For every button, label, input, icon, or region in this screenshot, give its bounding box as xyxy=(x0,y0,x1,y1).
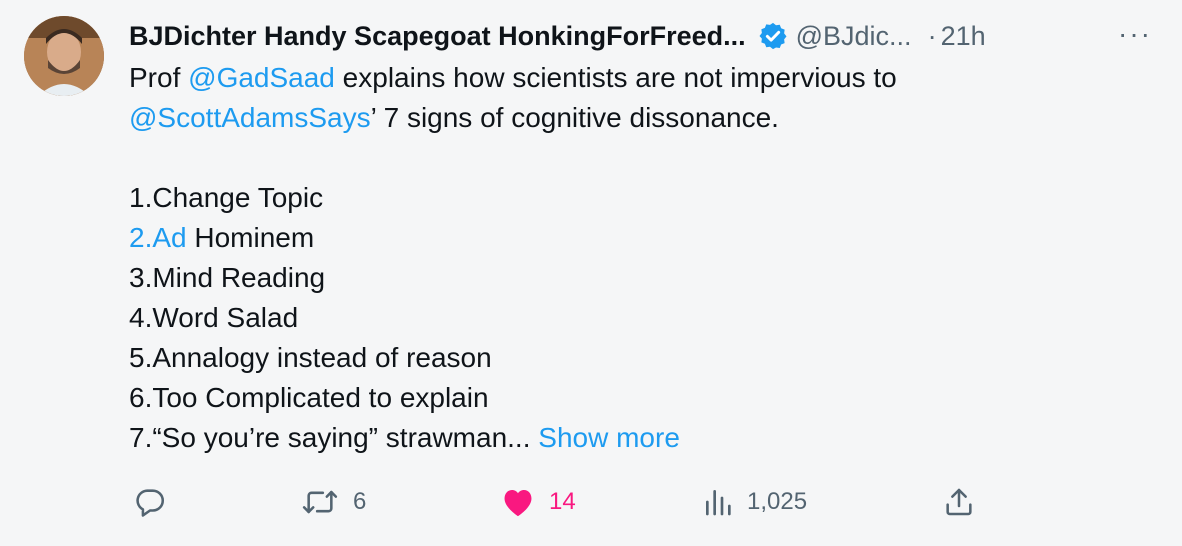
reply-icon xyxy=(136,489,165,517)
author-name[interactable]: BJDichter Handy Scapegoat HonkingForFree… xyxy=(129,21,746,52)
mention-scottadamssays[interactable]: @ScottAdamsSays xyxy=(129,102,371,133)
list-item: 7.“So you’re saying” strawman... Show mo… xyxy=(129,418,1149,458)
views-count: 1,025 xyxy=(747,488,808,515)
list-item: 2.Ad Hominem xyxy=(129,218,1149,258)
avatar-image xyxy=(24,16,104,96)
tweet-line-1: Prof @GadSaad explains how scientists ar… xyxy=(129,58,1149,98)
views-button[interactable]: 1,025 xyxy=(703,480,807,524)
views-icon xyxy=(706,490,731,516)
like-button[interactable]: 14 xyxy=(501,480,576,524)
list-item: 6.Too Complicated to explain xyxy=(129,382,489,413)
author-handle[interactable]: @BJdic... xyxy=(796,21,912,52)
reply-button[interactable] xyxy=(133,480,181,524)
timestamp[interactable]: 21h xyxy=(941,21,986,52)
share-button[interactable] xyxy=(943,480,975,524)
text-seven-signs: ’ 7 signs of cognitive dissonance. xyxy=(370,102,779,133)
link-2-ad[interactable]: 2.Ad xyxy=(129,222,187,253)
like-count: 14 xyxy=(549,488,576,515)
retweet-button[interactable]: 6 xyxy=(301,480,366,524)
text-strawman: 7.“So you’re saying” strawman... xyxy=(129,422,539,453)
more-icon[interactable]: ··· xyxy=(1118,18,1152,50)
list-item: 5.Annalogy instead of reason xyxy=(129,342,492,373)
tweet-text: Prof @GadSaad explains how scientists ar… xyxy=(129,58,1149,458)
retweet-count: 6 xyxy=(353,488,367,515)
text-prof: Prof xyxy=(129,62,189,93)
action-bar: 6 14 1,025 xyxy=(129,480,989,524)
tweet-line-2: @ScottAdamsSays’ 7 signs of cognitive di… xyxy=(129,98,1149,138)
verified-badge-icon xyxy=(759,22,787,50)
list-item: 3.Mind Reading xyxy=(129,262,326,293)
mention-gadsaad[interactable]: @GadSaad xyxy=(188,62,335,93)
tweet-header: BJDichter Handy Scapegoat HonkingForFree… xyxy=(129,16,1152,56)
share-icon xyxy=(946,488,972,516)
text-explains: explains how scientists are not impervio… xyxy=(334,62,897,93)
retweet-icon xyxy=(302,490,338,514)
list-item: 1.Change Topic xyxy=(129,182,324,213)
separator-dot: · xyxy=(927,20,937,51)
text-hominem: Hominem xyxy=(186,222,315,253)
heart-icon xyxy=(504,489,532,517)
show-more-link[interactable]: Show more xyxy=(538,422,680,453)
avatar[interactable] xyxy=(24,16,104,96)
list-item: 4.Word Salad xyxy=(129,302,299,333)
tweet: BJDichter Handy Scapegoat HonkingForFree… xyxy=(0,0,1182,546)
